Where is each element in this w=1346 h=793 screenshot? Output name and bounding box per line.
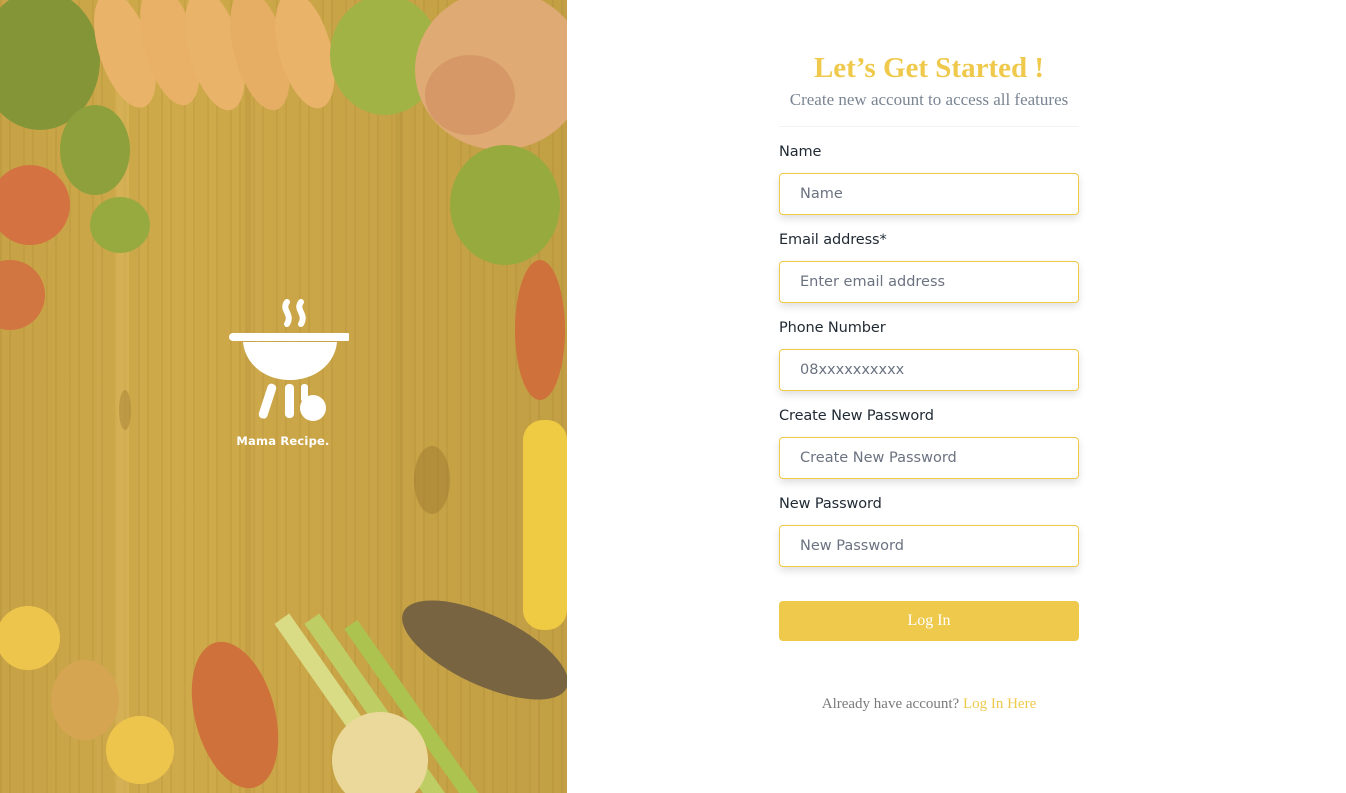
phone-label: Phone Number: [779, 320, 886, 336]
brand-name: Mama Recipe.: [236, 434, 330, 448]
email-field-group: Email address*: [779, 231, 1079, 303]
name-field-group: Name: [779, 143, 1079, 215]
phone-input[interactable]: [779, 349, 1079, 391]
page-subtitle: Create new account to access all feature…: [789, 90, 1069, 109]
register-page: Mama Recipe. Let’s Get Started ! Create …: [0, 0, 1346, 793]
register-form: Let’s Get Started ! Create new account t…: [779, 0, 1079, 713]
name-input[interactable]: [779, 173, 1079, 215]
divider: [779, 126, 1079, 127]
email-input[interactable]: [779, 261, 1079, 303]
create-password-label: Create New Password: [779, 408, 934, 424]
brand-logo: Mama Recipe.: [222, 298, 352, 448]
page-title: Let’s Get Started !: [813, 52, 1045, 84]
email-label: Email address*: [779, 232, 887, 248]
register-panel: Let’s Get Started ! Create new account t…: [567, 0, 1346, 793]
new-password-field-group: New Password: [779, 495, 1079, 567]
login-prompt: Already have account? Log In Here: [779, 696, 1079, 713]
name-label: Name: [779, 144, 822, 160]
new-password-label: New Password: [779, 496, 882, 512]
phone-field-group: Phone Number: [779, 319, 1079, 391]
new-password-input[interactable]: [779, 525, 1079, 567]
login-here-link[interactable]: Log In Here: [963, 696, 1036, 712]
hero-image-panel: Mama Recipe.: [0, 0, 567, 793]
login-prompt-text: Already have account?: [821, 696, 960, 712]
grill-icon: [229, 299, 349, 421]
create-password-input[interactable]: [779, 437, 1079, 479]
login-button[interactable]: Log In: [779, 601, 1079, 641]
create-password-field-group: Create New Password: [779, 407, 1079, 479]
